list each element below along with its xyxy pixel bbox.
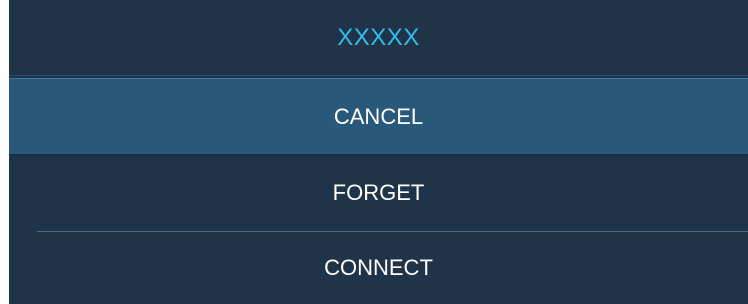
dialog-title: XXXXX	[337, 23, 420, 51]
network-options-dialog: XXXXX CANCEL FORGET CONNECT	[9, 0, 748, 304]
cancel-button-label: CANCEL	[333, 104, 424, 129]
dialog-title-bar: XXXXX	[9, 0, 748, 75]
connect-button-label: CONNECT	[324, 255, 433, 280]
forget-button[interactable]: FORGET	[9, 156, 748, 230]
cancel-button[interactable]: CANCEL	[9, 78, 748, 156]
forget-button-label: FORGET	[332, 180, 425, 205]
connect-button[interactable]: CONNECT	[9, 232, 748, 304]
title-divider	[9, 75, 748, 76]
